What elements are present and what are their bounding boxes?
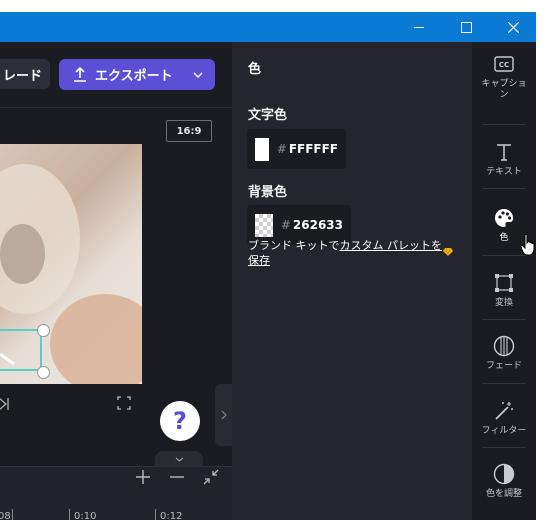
brand-kit-text: ブランド キットで xyxy=(248,239,340,252)
rail-label: テキスト xyxy=(486,167,522,177)
ruler-label: 08 xyxy=(0,511,11,520)
brand-kit-note: ブランド キットでカスタム パレットを保存 xyxy=(248,238,448,268)
expand-panel-handle[interactable] xyxy=(215,384,232,446)
zoom-in-icon[interactable] xyxy=(135,469,151,485)
rail-item-transform[interactable]: 変換 xyxy=(472,271,536,309)
maximize-icon xyxy=(460,21,472,33)
rail-label: 色を調整 xyxy=(485,489,522,499)
rail-item-text[interactable]: テキスト xyxy=(472,140,536,178)
rail-divider xyxy=(482,383,526,384)
timeline-tools xyxy=(135,469,219,485)
text-icon xyxy=(497,144,511,161)
rail-item-adjust-color[interactable]: 色を調整 xyxy=(472,462,536,500)
magic-wand-icon xyxy=(495,402,513,420)
chevron-right-icon xyxy=(221,410,227,420)
text-color-label: 文字色 xyxy=(248,108,288,123)
fullscreen-icon[interactable] xyxy=(117,396,131,410)
panel-title: 色 xyxy=(248,62,262,77)
close-icon xyxy=(507,21,519,33)
app-window: レード エクスポート 16:9 ? 08 0:10 0:12 色 文字色 # F… xyxy=(0,12,536,520)
ruler-tick xyxy=(155,509,156,520)
aspect-ratio-label: 16:9 xyxy=(176,125,202,137)
hand-cursor-icon xyxy=(520,234,535,256)
hash-sign: # xyxy=(276,142,287,156)
chevron-down-icon xyxy=(193,72,203,78)
text-color-hex[interactable]: FFFFFF xyxy=(289,142,338,156)
svg-text:CC: CC xyxy=(499,61,509,69)
zoom-out-icon[interactable] xyxy=(169,469,185,485)
minimize-icon xyxy=(414,26,424,28)
ruler-label: 0:12 xyxy=(160,511,183,520)
bg-color-label: 背景色 xyxy=(248,185,288,200)
rail-label: キャプショ ン xyxy=(481,79,527,100)
ruler-tick xyxy=(69,509,70,520)
rail-label: フィルター xyxy=(481,426,527,436)
resize-handle[interactable] xyxy=(37,324,50,337)
close-button[interactable] xyxy=(490,12,536,42)
export-button[interactable]: エクスポート xyxy=(59,59,215,90)
rail-label: 色 xyxy=(499,233,509,243)
color-panel: 色 文字色 # FFFFFF 背景色 # 262633 ブランド キットでカスタ… xyxy=(232,42,472,520)
ruler-tick xyxy=(12,509,13,520)
upload-icon xyxy=(74,67,86,82)
aspect-ratio-button[interactable]: 16:9 xyxy=(166,120,212,142)
toolbar-divider xyxy=(0,107,232,108)
hash-sign: # xyxy=(280,218,291,232)
export-label: エクスポート xyxy=(95,69,173,84)
rail-item-filter[interactable]: フィルター xyxy=(472,399,536,437)
text-color-swatch[interactable] xyxy=(255,137,269,161)
rail-item-captions[interactable]: CC キャプショ ン xyxy=(472,52,536,101)
rail-item-fade[interactable]: フェード xyxy=(472,334,536,372)
rail-divider xyxy=(482,447,526,448)
premium-gem-icon xyxy=(443,247,453,257)
skip-forward-icon[interactable] xyxy=(0,397,10,415)
ruler-label: 0:10 xyxy=(74,511,97,520)
bg-color-swatch[interactable] xyxy=(255,213,273,237)
rail-divider xyxy=(482,319,526,320)
rail-divider xyxy=(482,188,526,189)
collapse-timeline-button[interactable] xyxy=(155,451,203,467)
right-toolbar: CC キャプショ ン テキスト 色 変換 フェード フィルター 色を調整 xyxy=(472,42,536,520)
fit-timeline-icon[interactable] xyxy=(203,469,219,485)
timeline-ruler[interactable]: 08 0:10 0:12 xyxy=(0,505,232,520)
chevron-down-icon xyxy=(175,457,183,462)
adjust-color-icon xyxy=(493,463,515,485)
help-button[interactable]: ? xyxy=(160,401,200,441)
captions-icon: CC xyxy=(494,56,514,72)
timeline: 08 0:10 0:12 xyxy=(0,466,232,520)
resize-handle[interactable] xyxy=(37,366,50,379)
help-label: ? xyxy=(173,407,187,435)
title-bar xyxy=(0,12,536,42)
rail-label: 変換 xyxy=(494,298,513,308)
upgrade-label: レード xyxy=(2,68,42,84)
fade-icon xyxy=(493,335,515,357)
text-color-picker[interactable]: # FFFFFF xyxy=(247,129,346,169)
selection-box[interactable] xyxy=(0,329,42,371)
maximize-button[interactable] xyxy=(443,12,489,42)
rail-divider xyxy=(482,124,526,125)
minimize-button[interactable] xyxy=(396,12,442,42)
palette-icon xyxy=(495,209,513,227)
editor-area: レード エクスポート 16:9 ? 08 0:10 0:12 xyxy=(0,42,232,520)
bg-color-hex[interactable]: 262633 xyxy=(293,218,343,232)
rail-label: フェード xyxy=(485,361,522,371)
transform-icon xyxy=(495,274,513,292)
upgrade-button[interactable]: レード xyxy=(0,59,50,89)
